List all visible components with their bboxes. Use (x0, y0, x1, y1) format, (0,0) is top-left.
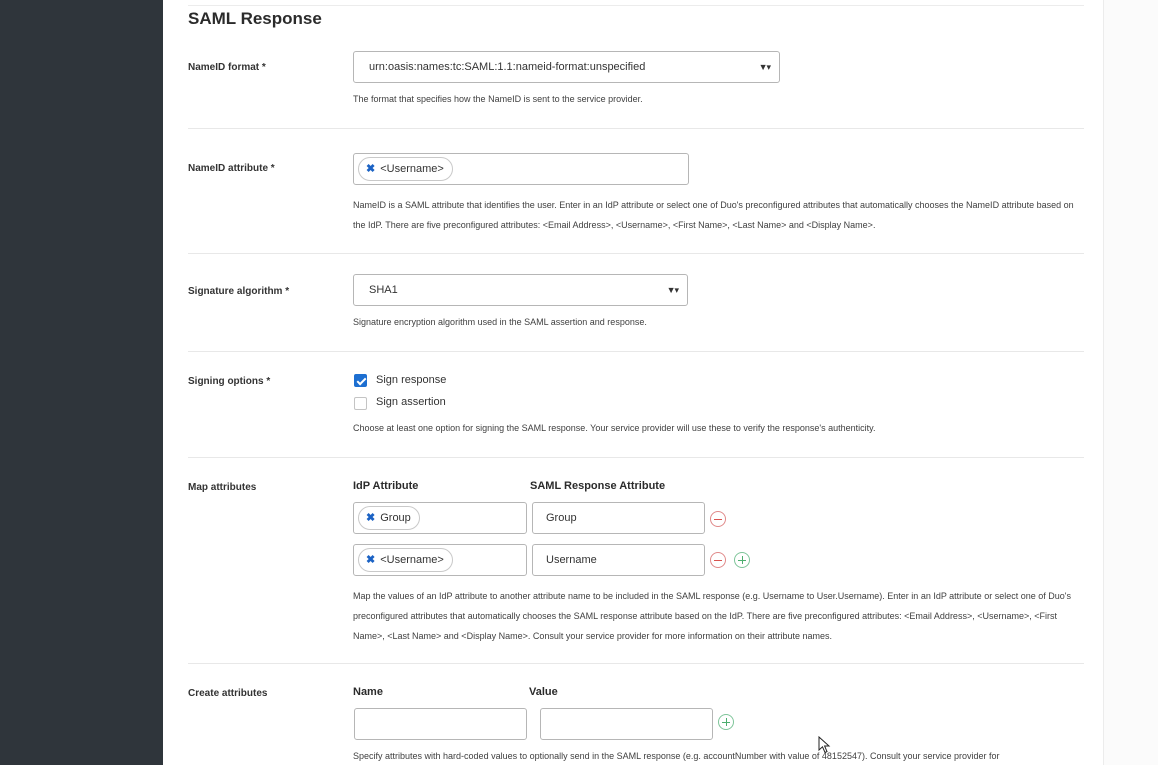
divider (188, 457, 1084, 458)
idp-attribute-header: IdP Attribute (353, 480, 419, 492)
name-header: Name (353, 686, 383, 698)
map-attributes-help: Map the values of an IdP attribute to an… (353, 591, 1071, 641)
plus-circle-icon[interactable] (734, 552, 750, 568)
map-attributes-label: Map attributes (188, 482, 257, 493)
value-header: Value (529, 686, 558, 698)
attribute-value-input[interactable] (540, 708, 713, 740)
mouse-pointer-icon (818, 736, 831, 754)
nameid-attribute-input[interactable]: ✖ <Username> (353, 153, 689, 185)
close-icon[interactable]: ✖ (366, 512, 375, 524)
create-attributes-help: Specify attributes with hard-coded value… (353, 751, 1000, 761)
saml-response-attribute-header: SAML Response Attribute (530, 480, 666, 492)
create-attributes-label: Create attributes (188, 688, 268, 699)
username-tag: ✖ <Username> (358, 157, 453, 181)
nameid-format-help: The format that specifies how the NameID… (353, 94, 643, 104)
divider (188, 253, 1084, 254)
signature-algorithm-label: Signature algorithm * (188, 286, 290, 297)
sign-assertion-checkbox[interactable] (354, 397, 367, 410)
divider (188, 5, 1084, 6)
chevron-down-icon: ▼▾ (666, 285, 679, 295)
group-tag: ✖ Group (358, 506, 420, 530)
saml-attribute-value: Username (546, 554, 597, 566)
right-gutter (1103, 0, 1158, 765)
nameid-attribute-help: NameID is a SAML attribute that identifi… (353, 200, 1074, 230)
saml-attribute-value: Group (546, 512, 577, 524)
attribute-name-input[interactable] (354, 708, 527, 740)
tag-label: <Username> (380, 554, 444, 566)
divider (188, 128, 1084, 129)
minus-circle-icon[interactable] (710, 552, 726, 568)
nameid-format-label: NameID format * (188, 62, 266, 73)
signature-algorithm-help: Signature encryption algorithm used in t… (353, 317, 647, 327)
tag-label: <Username> (380, 163, 444, 175)
saml-attribute-input[interactable]: Username (532, 544, 705, 576)
nameid-format-value: urn:oasis:names:tc:SAML:1.1:nameid-forma… (369, 61, 646, 73)
nameid-attribute-label: NameID attribute * (188, 163, 275, 174)
sign-assertion-label[interactable]: Sign assertion (376, 396, 446, 408)
close-icon[interactable]: ✖ (366, 163, 375, 175)
signature-algorithm-value: SHA1 (369, 284, 398, 296)
divider (188, 663, 1084, 664)
close-icon[interactable]: ✖ (366, 554, 375, 566)
nameid-format-select[interactable]: urn:oasis:names:tc:SAML:1.1:nameid-forma… (353, 51, 780, 83)
idp-attribute-input[interactable]: ✖ Group (353, 502, 527, 534)
plus-circle-icon[interactable] (718, 714, 734, 730)
sign-response-checkbox[interactable] (354, 374, 367, 387)
idp-attribute-input[interactable]: ✖ <Username> (353, 544, 527, 576)
saml-attribute-input[interactable]: Group (532, 502, 705, 534)
section-title: SAML Response (188, 9, 322, 28)
signature-algorithm-select[interactable]: SHA1 ▼▾ (353, 274, 688, 306)
tag-label: Group (380, 512, 411, 524)
minus-circle-icon[interactable] (710, 511, 726, 527)
sign-response-label[interactable]: Sign response (376, 374, 446, 386)
username-tag: ✖ <Username> (358, 548, 453, 572)
divider (188, 351, 1084, 352)
signing-options-help: Choose at least one option for signing t… (353, 423, 876, 433)
left-sidebar (0, 0, 163, 765)
chevron-down-icon: ▼▾ (758, 62, 771, 72)
signing-options-label: Signing options * (188, 376, 271, 387)
